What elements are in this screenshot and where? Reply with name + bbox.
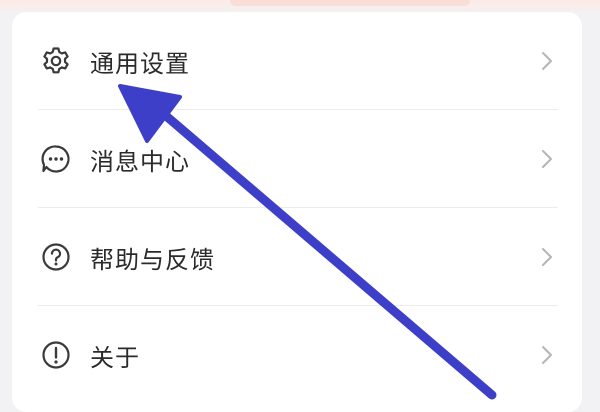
- header-glow: [230, 0, 470, 6]
- settings-menu-card: 通用设置 消息中心 帮助与反馈 关于: [12, 12, 582, 412]
- menu-item-message-center[interactable]: 消息中心: [12, 110, 582, 208]
- menu-item-label: 通用设置: [90, 49, 190, 78]
- chevron-right-icon: [540, 148, 554, 170]
- menu-item-help-feedback[interactable]: 帮助与反馈: [12, 208, 582, 306]
- menu-item-label: 帮助与反馈: [90, 245, 215, 274]
- gear-icon: [39, 44, 73, 78]
- chevron-right-icon: [540, 344, 554, 366]
- menu-item-label: 消息中心: [90, 147, 190, 176]
- info-icon: [39, 338, 73, 372]
- chevron-right-icon: [540, 50, 554, 72]
- menu-item-general-settings[interactable]: 通用设置: [12, 12, 582, 110]
- chevron-right-icon: [540, 246, 554, 268]
- message-icon: [39, 142, 73, 176]
- help-icon: [39, 240, 73, 274]
- menu-item-about[interactable]: 关于: [12, 306, 582, 404]
- menu-item-label: 关于: [90, 343, 140, 372]
